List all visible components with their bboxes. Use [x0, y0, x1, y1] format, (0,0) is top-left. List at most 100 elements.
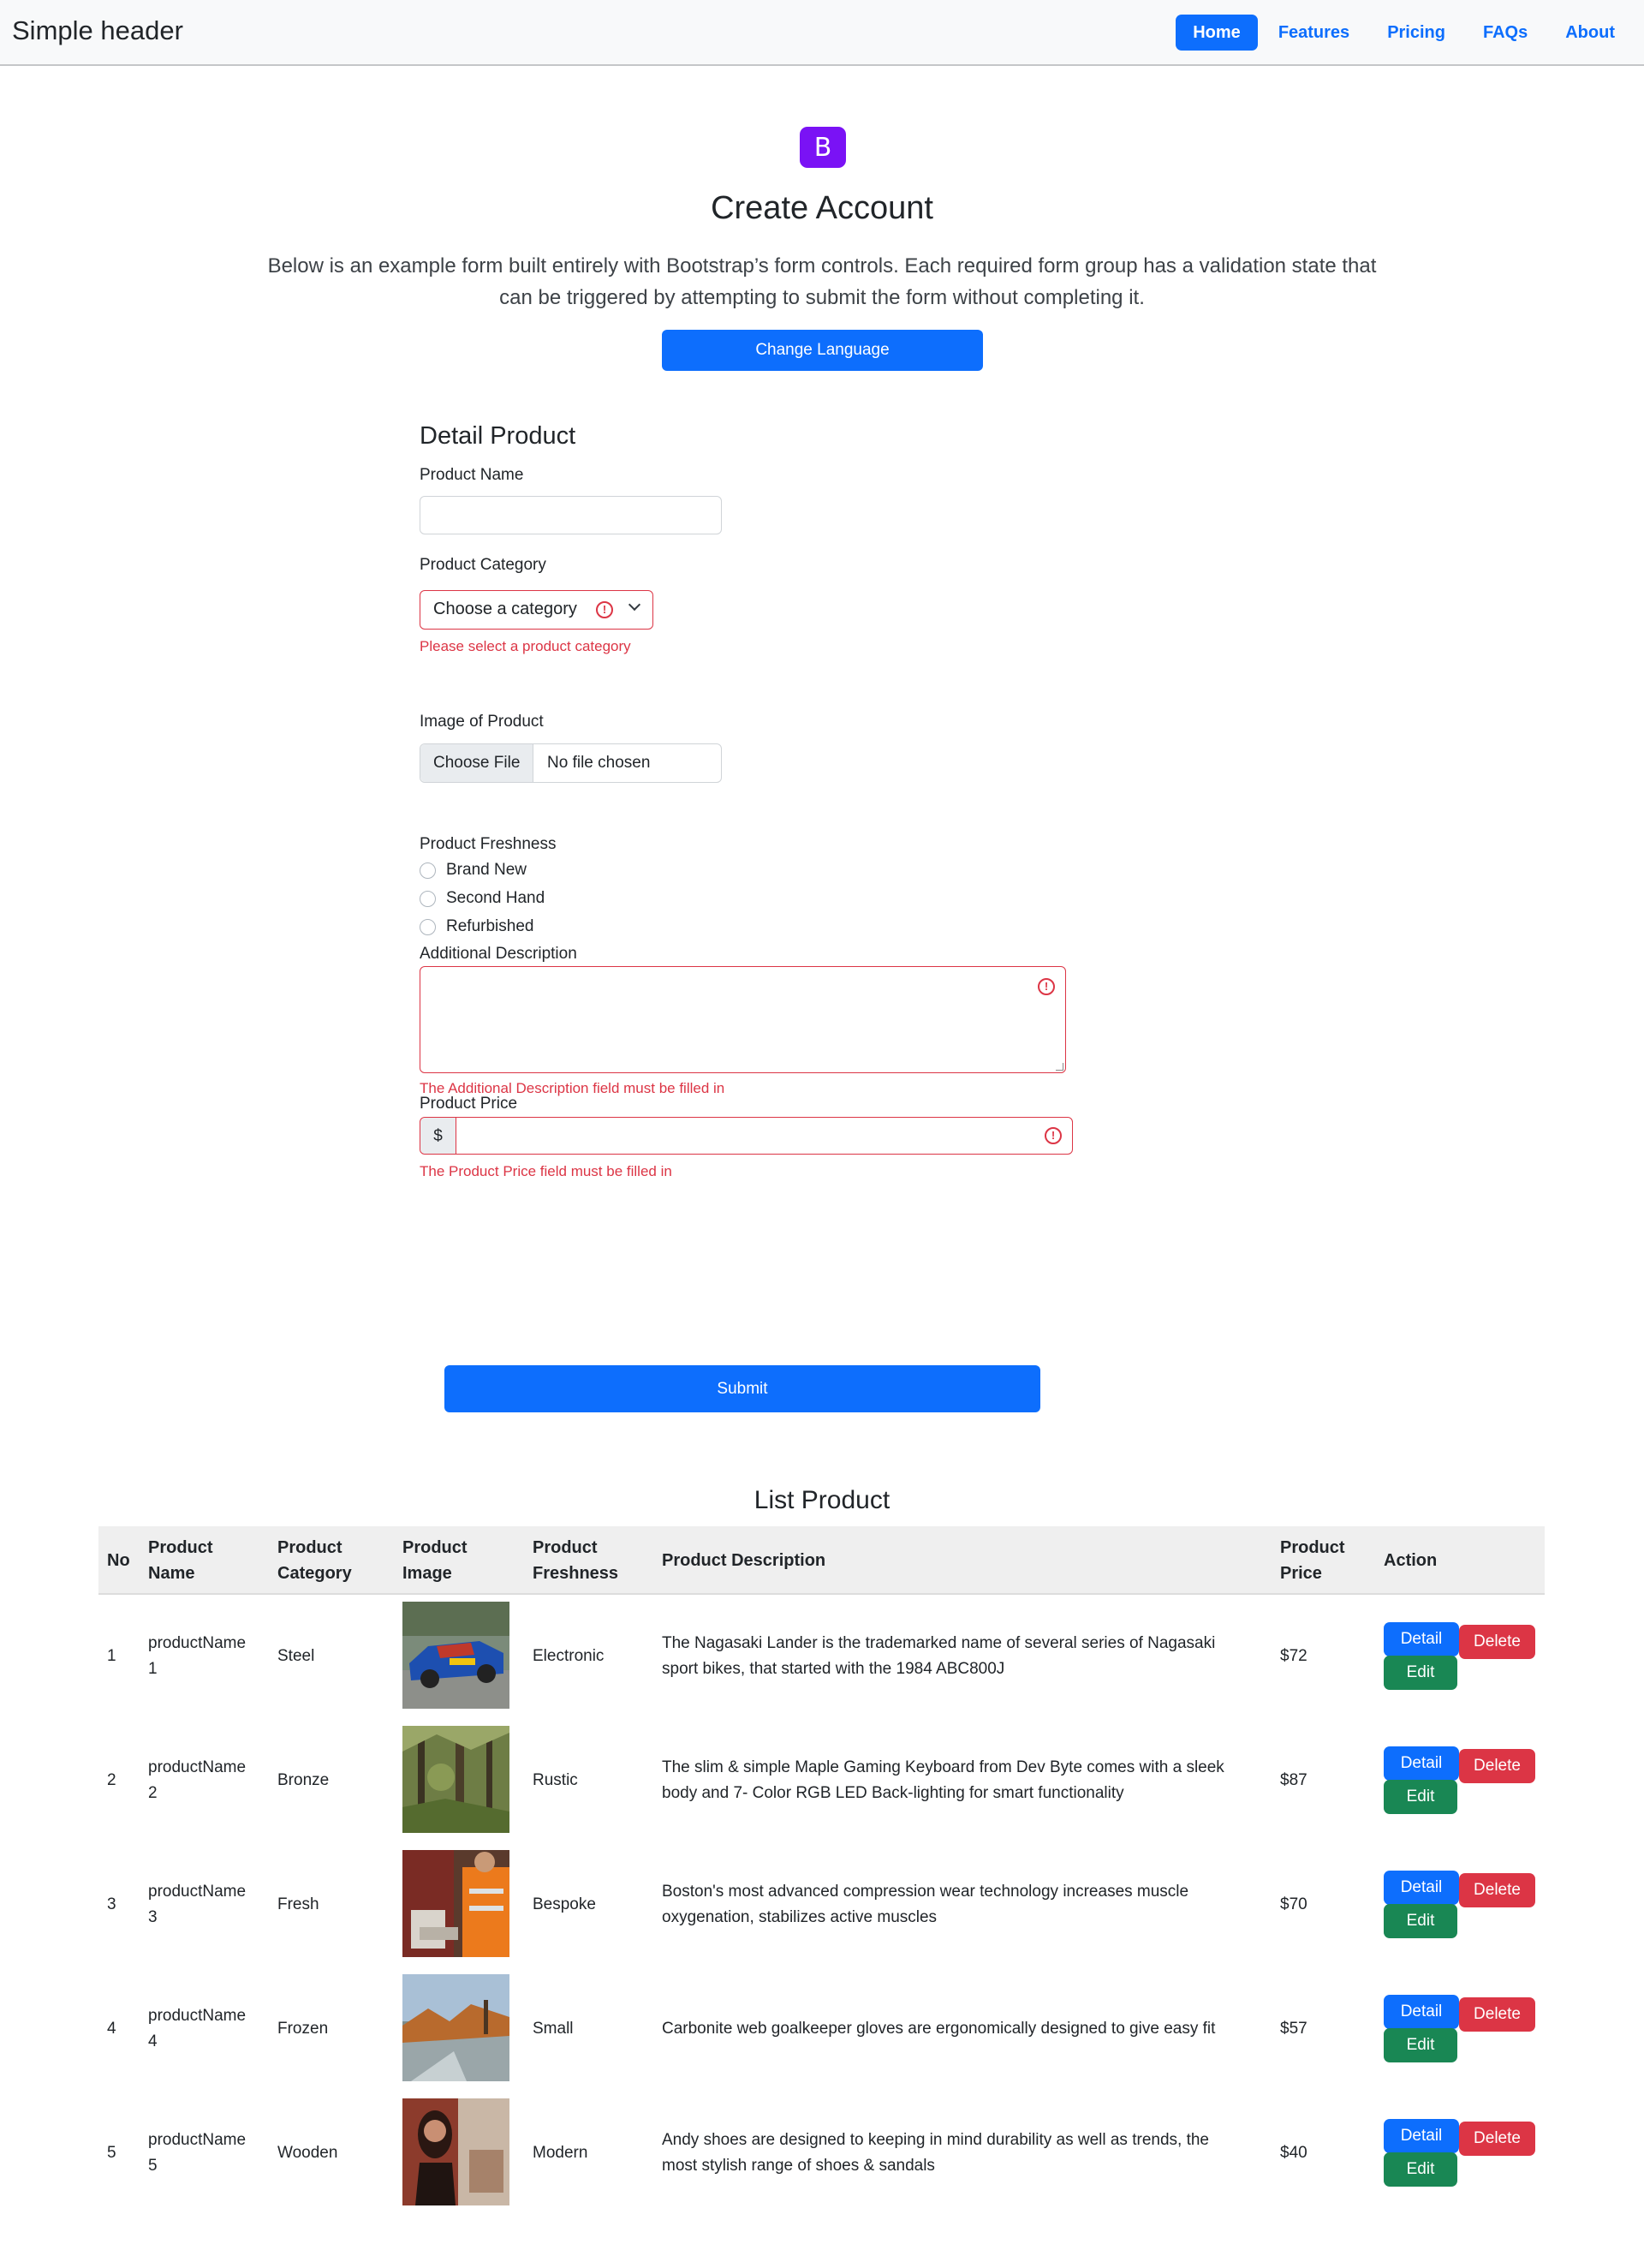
cell-price: $87 [1280, 1771, 1307, 1789]
radio-second-hand[interactable]: Second Hand [420, 889, 545, 908]
nav-home[interactable]: Home [1176, 15, 1258, 51]
table-row: 1 productName 1 Steel Electronic The Nagasaki… [98, 1595, 1545, 1719]
cell-description: Andy shoes are designed to keeping in mi… [662, 2131, 1209, 2175]
cell-no: 4 [107, 2020, 116, 2038]
page-title: Create Account [711, 190, 933, 226]
product-thumbnail [402, 1602, 509, 1709]
cell-price: $57 [1280, 2020, 1307, 2038]
cell-no: 1 [107, 1647, 116, 1665]
delete-button[interactable]: Delete [1459, 2122, 1535, 2156]
warning-icon: ! [1045, 1127, 1062, 1144]
cell-description: Carbonite web goalkeeper gloves are ergo… [662, 2020, 1216, 2038]
th-description: Product Description [662, 1551, 826, 1570]
delete-button[interactable]: Delete [1459, 1873, 1535, 1907]
cell-description: The slim & simple Maple Gaming Keyboard … [662, 1758, 1224, 1802]
radio-circle-icon[interactable] [420, 862, 436, 879]
edit-button[interactable]: Edit [1384, 1904, 1457, 1938]
price-error: The Product Price field must be filled i… [420, 1163, 672, 1179]
cell-freshness: Bespoke [533, 1895, 596, 1913]
th-category: Product Category [277, 1538, 352, 1583]
nav-faqs[interactable]: FAQs [1466, 15, 1545, 51]
radio-brand-new[interactable]: Brand New [420, 861, 527, 880]
category-error: Please select a product category [420, 638, 631, 654]
edit-button[interactable]: Edit [1384, 2152, 1457, 2187]
cell-price: $72 [1280, 1647, 1307, 1665]
delete-button[interactable]: Delete [1459, 1625, 1535, 1659]
nav-pricing[interactable]: Pricing [1370, 15, 1462, 51]
cell-price: $70 [1280, 1895, 1307, 1913]
product-image-icon [402, 2098, 509, 2205]
cell-freshness: Electronic [533, 1647, 605, 1665]
product-image-icon [402, 1850, 509, 1957]
product-name-label: Product Name [420, 466, 524, 484]
warning-icon: ! [596, 601, 613, 618]
th-price: Product Price [1280, 1538, 1345, 1583]
warning-icon: ! [1038, 978, 1055, 995]
th-name: Product Name [148, 1538, 213, 1583]
th-freshness: Product Freshness [533, 1538, 619, 1583]
freshness-label: Product Freshness [420, 835, 557, 853]
th-no: No [107, 1551, 130, 1570]
product-thumbnail [402, 1850, 509, 1957]
cell-no: 5 [107, 2144, 116, 2162]
edit-button[interactable]: Edit [1384, 2028, 1457, 2062]
detail-button[interactable]: Detail [1384, 1995, 1459, 2029]
product-thumbnail [402, 1974, 509, 2081]
radio-refurbished[interactable]: Refurbished [420, 917, 533, 936]
list-title: List Product [754, 1486, 890, 1514]
price-input-group[interactable]: $ ! [420, 1117, 1073, 1155]
description-textarea[interactable]: ! [420, 966, 1066, 1073]
cell-category: Fresh [277, 1895, 319, 1913]
dollar-addon: $ [420, 1118, 456, 1154]
table-row: 3 productName 3 Fresh Bespoke Boston's most a… [98, 1843, 1545, 1967]
cell-price: $40 [1280, 2144, 1307, 2162]
nav-about[interactable]: About [1548, 15, 1632, 51]
product-thumbnail [402, 2098, 509, 2205]
cell-description: The Nagasaki Lander is the trademarked n… [662, 1634, 1216, 1678]
th-action: Action [1384, 1551, 1438, 1570]
cell-category: Frozen [277, 2020, 329, 2038]
delete-button[interactable]: Delete [1459, 1749, 1535, 1783]
cell-freshness: Rustic [533, 1771, 578, 1789]
cell-freshness: Modern [533, 2144, 588, 2162]
product-name-input[interactable] [420, 496, 722, 534]
table-header: No Product Name Product Category Product Im… [98, 1526, 1545, 1595]
product-image-icon [402, 1726, 509, 1833]
edit-button[interactable]: Edit [1384, 1780, 1457, 1814]
nav-menu: Home Features Pricing FAQs About [1172, 15, 1632, 51]
cell-name: productName 5 [148, 2131, 247, 2175]
delete-button[interactable]: Delete [1459, 1997, 1535, 2032]
cell-freshness: Small [533, 2020, 574, 2038]
change-language-button[interactable]: Change Language [662, 330, 983, 371]
image-label: Image of Product [420, 713, 544, 731]
image-file-input[interactable]: Choose File No file chosen [420, 743, 722, 783]
nav-features[interactable]: Features [1261, 15, 1367, 51]
navbar: Simple header Home Features Pricing FAQs… [0, 0, 1644, 66]
description-label: Additional Description [420, 945, 577, 963]
resize-handle-icon[interactable] [1056, 1063, 1063, 1071]
product-thumbnail [402, 1726, 509, 1833]
detail-button[interactable]: Detail [1384, 1871, 1459, 1905]
cell-name: productName 4 [148, 2007, 247, 2050]
radio-circle-icon[interactable] [420, 890, 436, 907]
price-label: Product Price [420, 1095, 518, 1113]
category-selected-value: Choose a category [433, 600, 577, 618]
cell-name: productName 3 [148, 1883, 247, 1926]
detail-button[interactable]: Detail [1384, 1746, 1459, 1781]
file-status: No file chosen [547, 754, 651, 772]
cell-category: Steel [277, 1647, 315, 1665]
cell-name: productName 2 [148, 1758, 247, 1802]
cell-no: 2 [107, 1771, 116, 1789]
cell-category: Bronze [277, 1771, 330, 1789]
product-category-select[interactable]: Choose a category ! [420, 590, 653, 630]
detail-button[interactable]: Detail [1384, 1622, 1459, 1656]
radio-circle-icon[interactable] [420, 918, 436, 935]
submit-button[interactable]: Submit [444, 1365, 1040, 1412]
brand-title[interactable]: Simple header [12, 15, 183, 46]
choose-file-button[interactable]: Choose File [420, 744, 533, 782]
cell-category: Wooden [277, 2144, 338, 2162]
edit-button[interactable]: Edit [1384, 1656, 1457, 1690]
product-category-label: Product Category [420, 556, 546, 574]
detail-button[interactable]: Detail [1384, 2119, 1459, 2153]
th-image: Product Image [402, 1538, 468, 1583]
